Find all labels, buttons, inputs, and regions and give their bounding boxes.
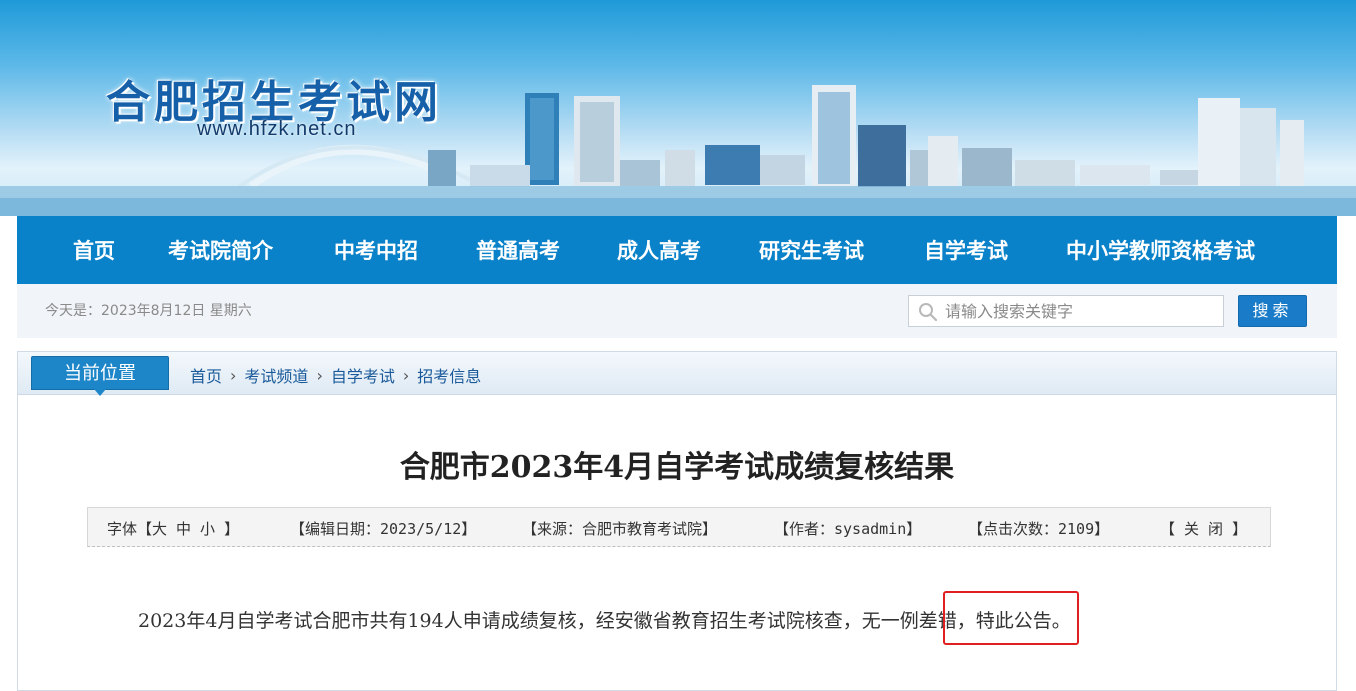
current-position-text: 当前位置 bbox=[64, 363, 136, 384]
nav-item-adult-exam[interactable]: 成人高考 bbox=[617, 235, 701, 265]
search-box bbox=[908, 295, 1224, 327]
tab-notch bbox=[94, 389, 106, 396]
nav-item-graduate-exam[interactable]: 研究生考试 bbox=[759, 235, 864, 265]
info-bar: 今天是：2023年8月12日 星期六 搜索 bbox=[17, 284, 1337, 338]
chevron-right-icon: › bbox=[402, 365, 410, 385]
main-nav: 首页 考试院简介 中考中招 普通高考 成人高考 研究生考试 自学考试 中小学教师… bbox=[17, 216, 1337, 284]
article-title: 合肥市2023年4月自学考试成绩复核结果 bbox=[399, 450, 955, 485]
nav-item-self-study-exam[interactable]: 自学考试 bbox=[924, 235, 1008, 265]
article-source: 【来源：合肥市教育考试院】 bbox=[522, 520, 718, 538]
breadcrumb: 首页 › 考试频道 › 自学考试 › 招考信息 bbox=[190, 363, 481, 387]
article-author: 【作者：sysadmin】 bbox=[774, 520, 922, 538]
site-banner: 合肥招生考试网 www.hfzk.net.cn bbox=[0, 0, 1356, 216]
close-button[interactable]: 【 关 闭 】 bbox=[1160, 518, 1247, 539]
current-position-label: 当前位置 bbox=[31, 356, 169, 396]
nav-item-about[interactable]: 考试院简介 bbox=[168, 235, 273, 265]
breadcrumb-bar: 当前位置 首页 › 考试频道 › 自学考试 › 招考信息 bbox=[18, 352, 1336, 396]
article-body: 2023年4月自学考试合肥市共有194人申请成绩复核，经安徽省教育招生考试院核查… bbox=[138, 610, 1071, 632]
content-panel: 当前位置 首页 › 考试频道 › 自学考试 › 招考信息 合肥市2023年4月自… bbox=[17, 351, 1337, 691]
red-highlight-box bbox=[943, 591, 1079, 645]
font-size-switcher[interactable]: 字体【大 中 小 】 bbox=[107, 518, 239, 539]
chevron-right-icon: › bbox=[316, 365, 323, 385]
nav-item-teacher-cert-exam[interactable]: 中小学教师资格考试 bbox=[1066, 235, 1255, 265]
nav-item-home[interactable]: 首页 bbox=[73, 235, 115, 265]
today-date: 今天是：2023年8月12日 星期六 bbox=[45, 303, 252, 319]
breadcrumb-home[interactable]: 首页 bbox=[190, 363, 222, 387]
chevron-right-icon: › bbox=[230, 365, 237, 385]
breadcrumb-self-study-exam[interactable]: 自学考试 bbox=[331, 363, 395, 387]
search-input[interactable] bbox=[945, 300, 1215, 322]
click-count: 【点击次数：2109】 bbox=[968, 520, 1110, 538]
nav-item-zhongkao[interactable]: 中考中招 bbox=[334, 235, 418, 265]
breadcrumb-admission-info[interactable]: 招考信息 bbox=[417, 363, 481, 387]
edit-date: 【编辑日期：2023/5/12】 bbox=[290, 520, 477, 538]
nav-item-gaokao[interactable]: 普通高考 bbox=[476, 235, 560, 265]
article-meta-bar: 字体【大 中 小 】 【编辑日期：2023/5/12】 【来源：合肥市教育考试院… bbox=[87, 507, 1271, 547]
breadcrumb-exam-channel[interactable]: 考试频道 bbox=[244, 363, 308, 387]
search-icon bbox=[919, 303, 938, 322]
search-button[interactable]: 搜索 bbox=[1238, 295, 1307, 327]
site-url: www.hfzk.net.cn bbox=[197, 118, 357, 140]
